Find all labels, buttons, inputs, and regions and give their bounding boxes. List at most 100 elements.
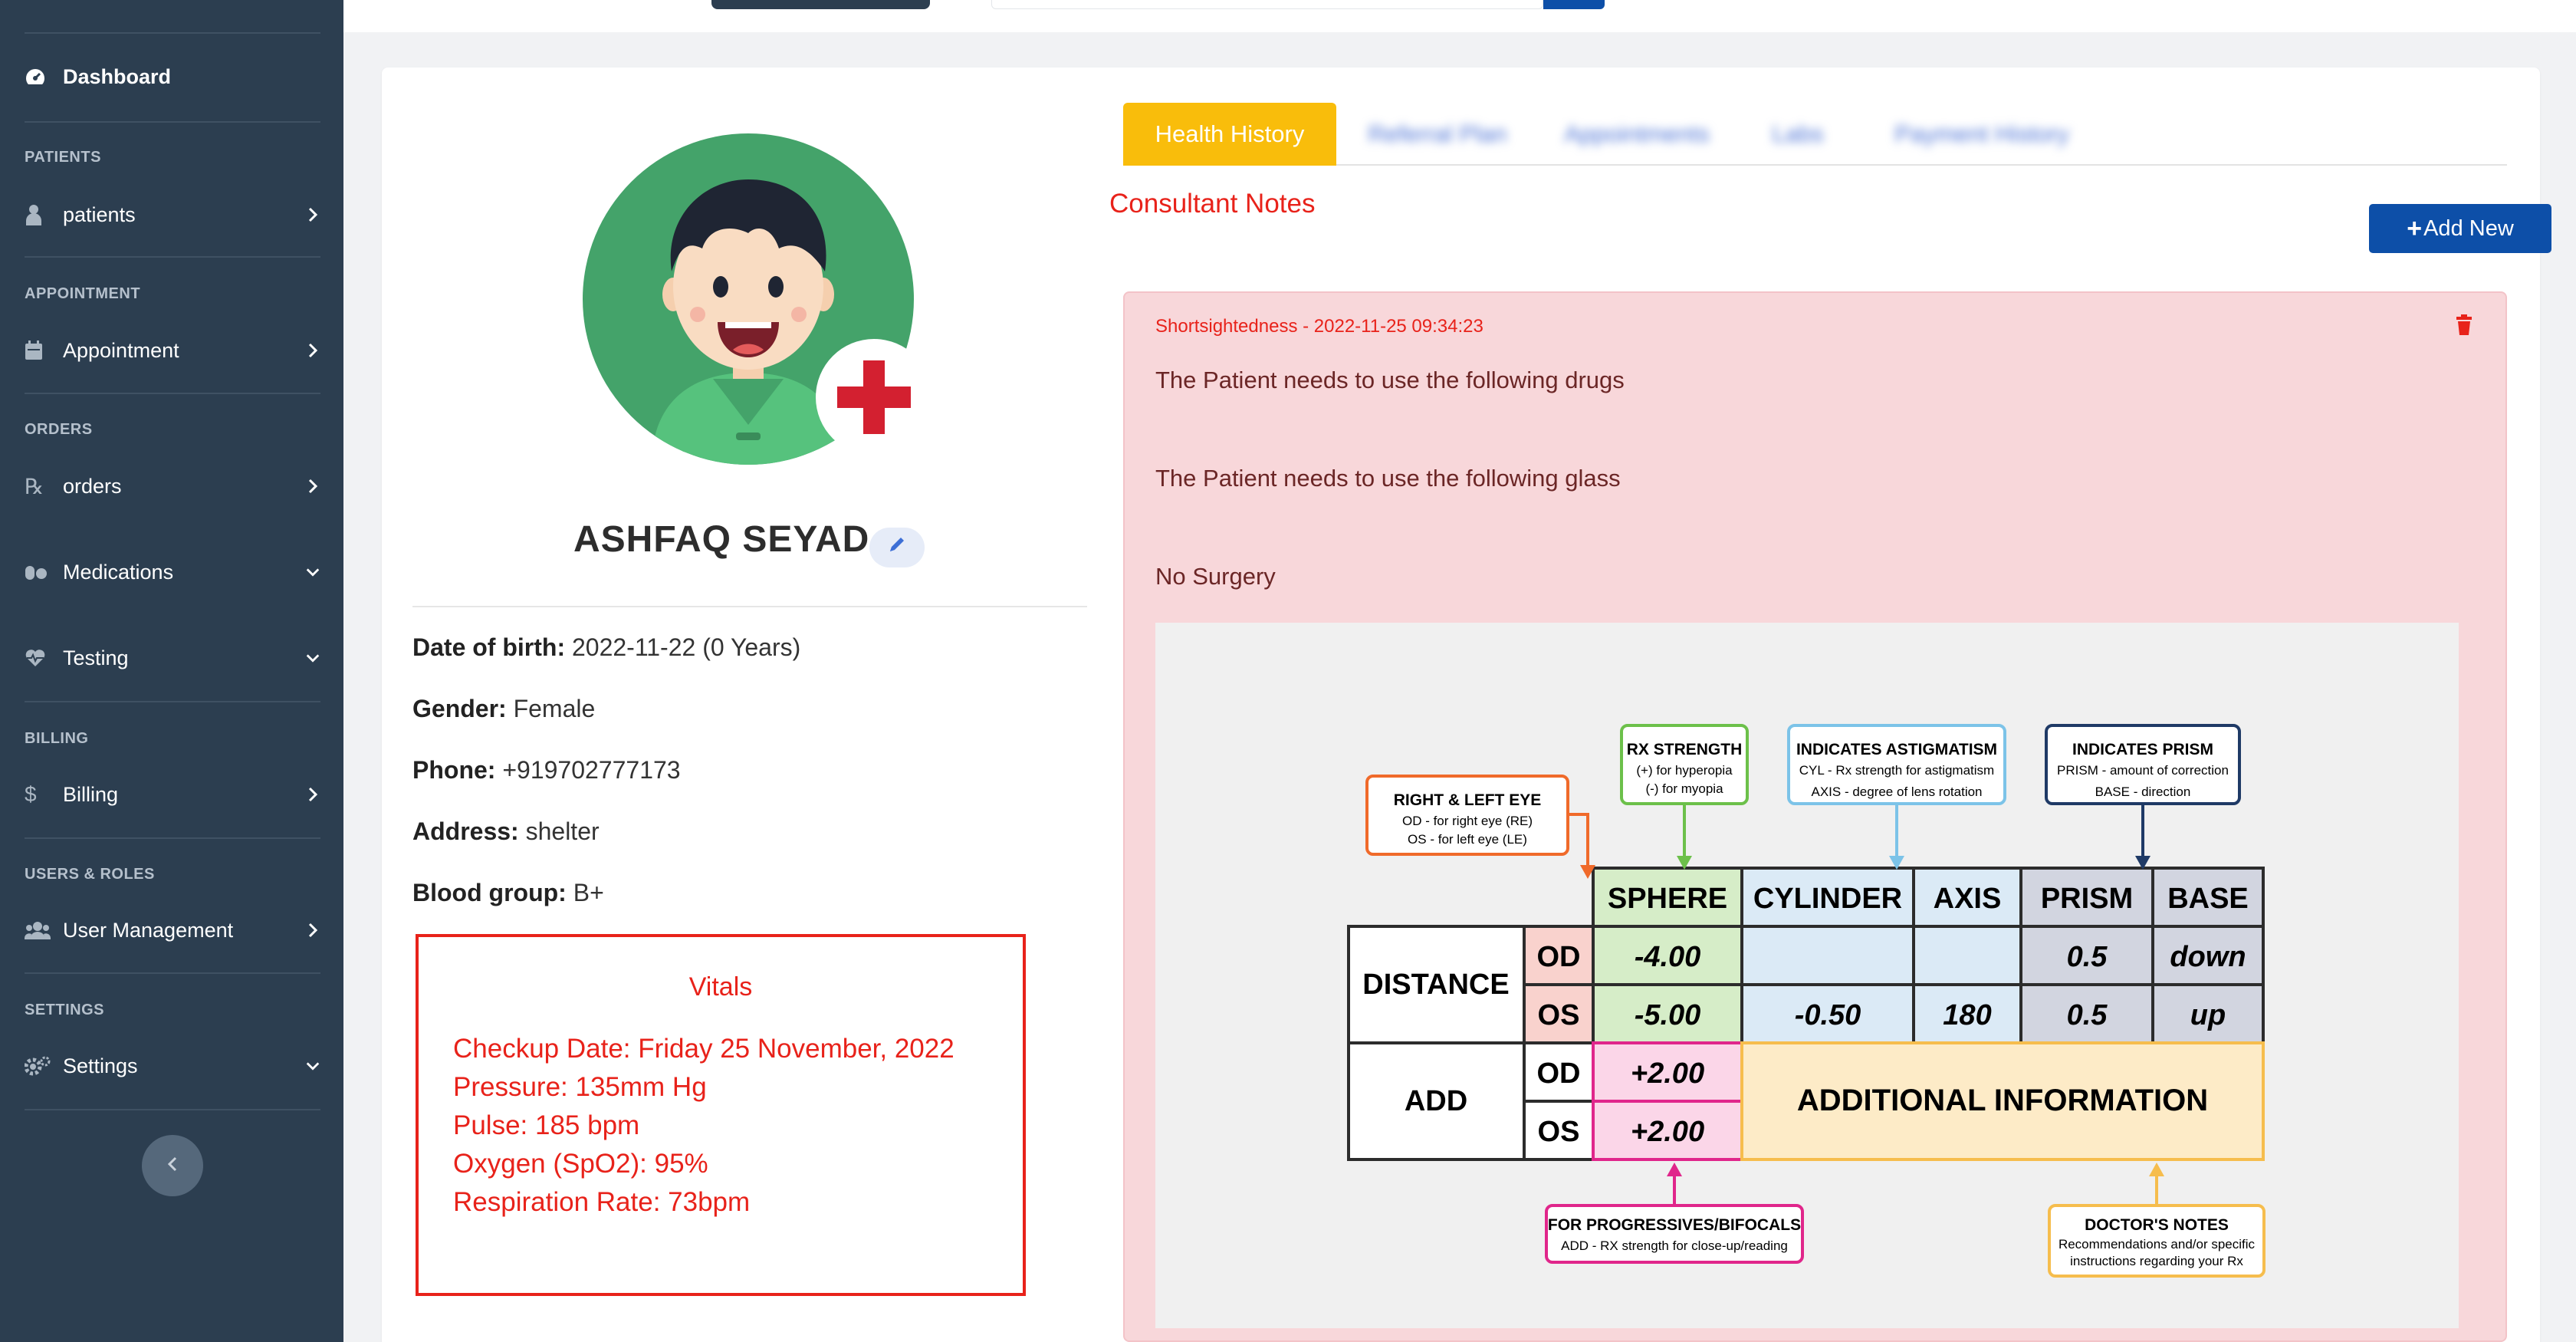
section-title-orders: ORDERS [25, 421, 93, 438]
address-row: Address: shelter [412, 817, 600, 846]
dist-os-sphere: -5.00 [1635, 999, 1701, 1031]
tab-payment-history[interactable]: Payment History [1867, 103, 2097, 166]
add-new-label: Add New [2423, 215, 2514, 241]
chevron-right-icon [305, 342, 320, 359]
sidebar-divider [25, 701, 320, 702]
dist-os-cylinder: -0.50 [1795, 999, 1861, 1031]
sidebar-item-label: User Management [63, 918, 234, 942]
sidebar-divider [25, 256, 320, 258]
sidebar-item-label: Billing [63, 782, 119, 806]
sidebar-item-label: Dashboard [63, 64, 172, 88]
header-axis: AXIS [1934, 883, 2002, 915]
sidebar-item-patients[interactable]: patients [25, 192, 320, 238]
chevron-down-icon [305, 567, 320, 577]
tab-health-history[interactable]: Health History [1123, 103, 1336, 166]
tab-appointments[interactable]: Appointments [1545, 103, 1729, 166]
additional-information: ADDITIONAL INFORMATION [1797, 1084, 2208, 1117]
search-button[interactable] [1543, 0, 1605, 9]
header-prism: PRISM [2041, 883, 2133, 915]
vitals-checkup-date: Checkup Date: Friday 25 November, 2022 [453, 1034, 955, 1064]
gender-row: Gender: Female [412, 695, 595, 723]
tab-labs[interactable]: Labs [1748, 103, 1848, 166]
callout-astigmatism-line2: AXIS - degree of lens rotation [1811, 784, 1982, 799]
dob-row: Date of birth: 2022-11-22 (0 Years) [412, 633, 800, 662]
sidebar-item-orders[interactable]: ℞ orders [25, 463, 320, 509]
callout-doctors-notes-line1: Recommendations and/or specific [2058, 1237, 2256, 1252]
dist-os-prism: 0.5 [2067, 999, 2108, 1031]
callout-rle-line2: OS - for left eye (LE) [1408, 832, 1527, 847]
dist-od-base: down [2170, 941, 2246, 973]
add-os-label: OS [1538, 1116, 1580, 1148]
vitals-pressure: Pressure: 135mm Hg [453, 1072, 707, 1102]
phone-value: +919702777173 [495, 756, 681, 784]
top-bar [343, 0, 2576, 32]
tab-referral-plan[interactable]: Referral Plan [1353, 103, 1522, 166]
prescription-image: SPHERE CYLINDER AXIS PRISM BASE DISTANCE… [1155, 623, 2459, 1328]
blood-group-label: Blood group: [412, 879, 567, 906]
chevron-left-icon [167, 1156, 178, 1176]
dob-value: 2022-11-22 (0 Years) [565, 633, 801, 661]
pills-icon [25, 563, 63, 581]
callout-rx-line2: (-) for myopia [1645, 781, 1723, 796]
sidebar-divider [25, 393, 320, 394]
header-cylinder: CYLINDER [1753, 883, 1902, 915]
sidebar-item-user-management[interactable]: User Management [25, 907, 320, 953]
sidebar-collapse-button[interactable] [142, 1135, 203, 1196]
trash-icon[interactable] [2455, 314, 2476, 337]
chevron-down-icon [305, 1061, 320, 1071]
top-bar-button[interactable] [711, 0, 930, 9]
sidebar-item-medications[interactable]: Medications [25, 549, 320, 595]
section-title-billing: BILLING [25, 730, 89, 747]
dist-od-sphere: -4.00 [1635, 941, 1701, 973]
sidebar-item-label: patients [63, 202, 136, 226]
sidebar-item-label: orders [63, 474, 122, 498]
vitals-title: Vitals [688, 972, 753, 1002]
dist-od-label: OD [1537, 941, 1581, 973]
sidebar-item-testing[interactable]: Testing [25, 635, 320, 681]
sidebar-item-billing[interactable]: $ Billing [25, 771, 320, 817]
sidebar-divider [25, 837, 320, 839]
header-base: BASE [2167, 883, 2249, 915]
vitals-oxygen: Oxygen (SpO2): 95% [453, 1149, 708, 1179]
add-new-button[interactable]: + Add New [2369, 204, 2551, 253]
callout-doctors-notes-title: DOCTOR'S NOTES [2085, 1216, 2229, 1234]
callout-doctors-notes-line2: instructions regarding your Rx [2070, 1254, 2243, 1268]
sidebar-item-settings[interactable]: Settings [25, 1043, 320, 1089]
user-injured-icon [25, 204, 63, 225]
address-label: Address: [412, 817, 519, 845]
callout-astigmatism-title: INDICATES ASTIGMATISM [1796, 741, 1997, 758]
dist-os-axis: 180 [1943, 999, 1991, 1031]
chevron-down-icon [305, 653, 320, 663]
blood-group-row: Blood group: B+ [412, 879, 604, 907]
edit-patient-button[interactable] [869, 528, 925, 567]
chevron-right-icon [305, 786, 320, 803]
calendar-icon [25, 340, 63, 360]
cogs-icon [25, 1056, 63, 1076]
sidebar-item-dashboard[interactable]: Dashboard [25, 54, 320, 100]
dashboard-icon [25, 67, 63, 86]
sidebar-item-label: Appointment [63, 338, 179, 362]
add-od-value: +2.00 [1631, 1057, 1704, 1090]
search-input[interactable] [991, 0, 1543, 9]
callout-progressives-title: FOR PROGRESSIVES/BIFOCALS [1548, 1216, 1801, 1234]
vitals-pulse: Pulse: 185 bpm [453, 1110, 640, 1140]
note-glass: The Patient needs to use the following g… [1155, 465, 1621, 492]
dob-label: Date of birth: [412, 633, 566, 661]
dist-os-base: up [2190, 999, 2226, 1031]
users-icon [25, 921, 63, 939]
sidebar: Dashboard PATIENTS patients APPOINTMENT … [0, 0, 343, 1342]
dist-os-label: OS [1538, 999, 1580, 1031]
add-od-label: OD [1537, 1057, 1581, 1090]
sidebar-divider [25, 972, 320, 974]
callout-prism-line2: BASE - direction [2095, 784, 2191, 799]
blood-group-value: B+ [566, 879, 604, 906]
callout-astigmatism-line1: CYL - Rx strength for astigmatism [1799, 763, 1994, 778]
section-title-patients: PATIENTS [25, 149, 101, 166]
callout-prism-line1: PRISM - amount of correction [2057, 763, 2229, 778]
section-title-appointment: APPOINTMENT [25, 285, 141, 302]
sidebar-item-appointment[interactable]: Appointment [25, 327, 320, 373]
profile-tabs: Health History Referral Plan Appointment… [1123, 103, 2507, 166]
callout-rle-title: RIGHT & LEFT EYE [1394, 791, 1542, 809]
plus-icon: + [2407, 213, 2423, 243]
phone-label: Phone: [412, 756, 496, 784]
